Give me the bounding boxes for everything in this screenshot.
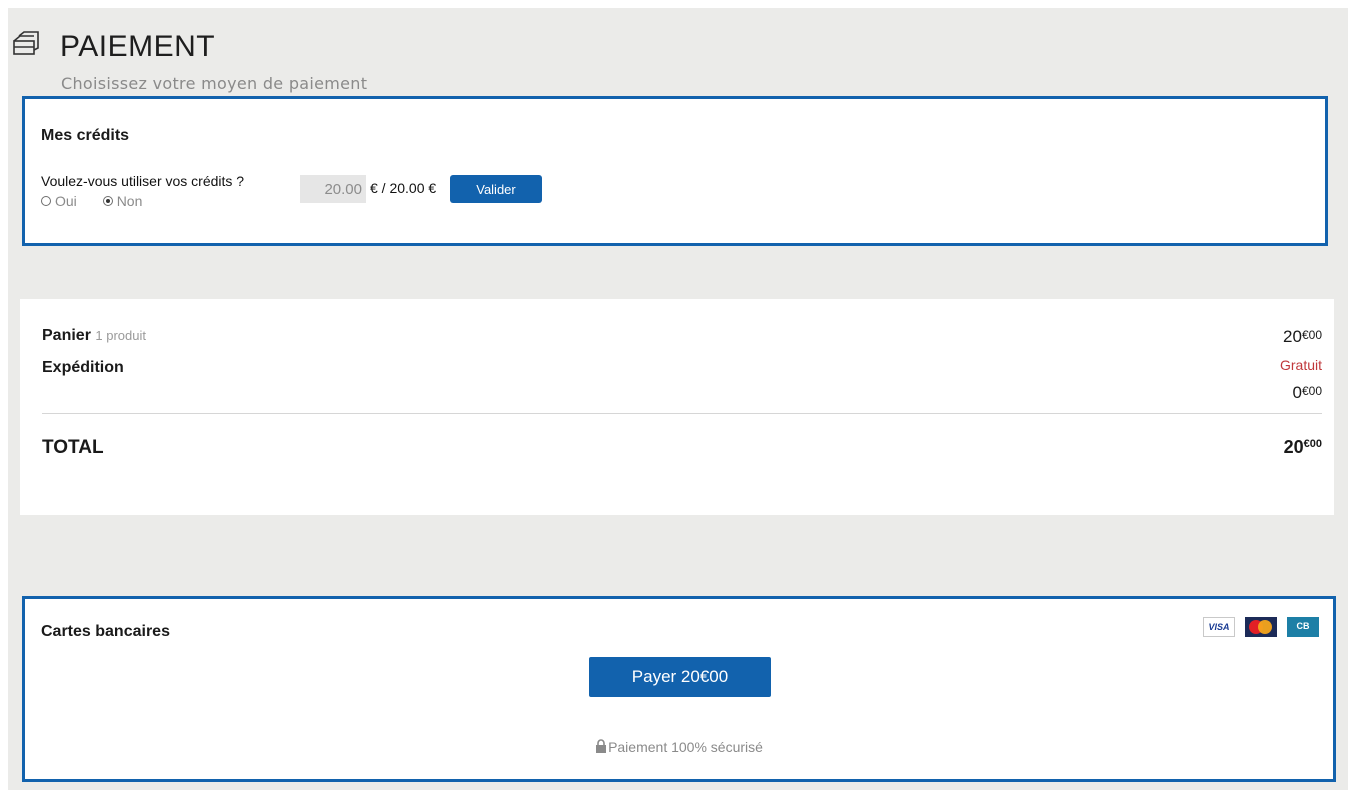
shipping-row-label: Expédition (42, 359, 124, 377)
visa-logo-text: VISA (1208, 622, 1230, 632)
credits-amount-input[interactable] (300, 175, 366, 203)
shipping-label: Expédition (42, 359, 124, 376)
radio-oui[interactable]: Oui (41, 193, 77, 209)
payment-page: PAIEMENT Choisissez votre moyen de paiem… (8, 8, 1348, 790)
total-amount-main: 20 (1283, 437, 1304, 457)
radio-oui-label: Oui (55, 193, 77, 209)
wallet-icon (12, 30, 44, 58)
page-title: PAIEMENT (60, 30, 216, 63)
order-summary: Panier 1 produit 20€00 Expédition Gratui… (20, 299, 1334, 515)
bank-cards-heading: Cartes bancaires (41, 623, 170, 640)
cart-amount-sup: €00 (1301, 328, 1322, 342)
page-header: PAIEMENT Choisissez votre moyen de paiem… (8, 20, 1348, 93)
radio-non-label: Non (116, 193, 143, 209)
shipping-amount: 0€00 (1293, 383, 1323, 403)
credits-heading: Mes crédits (41, 127, 130, 144)
mastercard-logo-icon (1245, 617, 1277, 637)
visa-logo-icon: VISA (1203, 617, 1235, 637)
cb-logo-icon: CB (1287, 617, 1319, 637)
lock-icon (596, 739, 607, 753)
cart-label: Panier (42, 327, 91, 344)
validate-credits-button[interactable]: Valider (450, 175, 542, 203)
secure-payment-text: Paiement 100% sécurisé (608, 739, 763, 755)
card-logos: VISA CB (1203, 617, 1319, 637)
page-subtitle: Choisissez votre moyen de paiement (61, 74, 368, 93)
cart-amount-main: 20 (1283, 327, 1302, 346)
total-amount: 20€00 (1284, 437, 1322, 458)
shipping-amount-main: 0 (1292, 383, 1302, 402)
pay-button[interactable]: Payer 20€00 (589, 657, 771, 697)
shipping-free-badge: Gratuit (1279, 357, 1322, 373)
bank-cards-panel: Cartes bancaires VISA CB Payer 20€00 Pai… (22, 596, 1336, 782)
secure-payment-note: Paiement 100% sécurisé (25, 739, 1333, 755)
summary-divider (42, 413, 1322, 414)
total-label: TOTAL (42, 437, 104, 458)
radio-non[interactable]: Non (102, 193, 143, 209)
total-amount-sup: €00 (1303, 438, 1322, 450)
shipping-amount-sup: €00 (1301, 384, 1322, 398)
cart-count: 1 produit (95, 328, 146, 343)
credits-available: € / 20.00 € (370, 180, 437, 196)
credits-radio-group: Oui Non (41, 193, 164, 209)
cb-logo-text: CB (1296, 621, 1310, 631)
credits-question: Voulez-vous utiliser vos crédits ? (41, 173, 245, 189)
radio-oui-indicator[interactable] (41, 196, 51, 206)
radio-non-indicator[interactable] (102, 196, 113, 206)
cart-row-label: Panier 1 produit (42, 327, 146, 345)
cart-amount: 20€00 (1283, 327, 1322, 347)
credits-panel: Mes crédits Voulez-vous utiliser vos cré… (22, 96, 1328, 246)
